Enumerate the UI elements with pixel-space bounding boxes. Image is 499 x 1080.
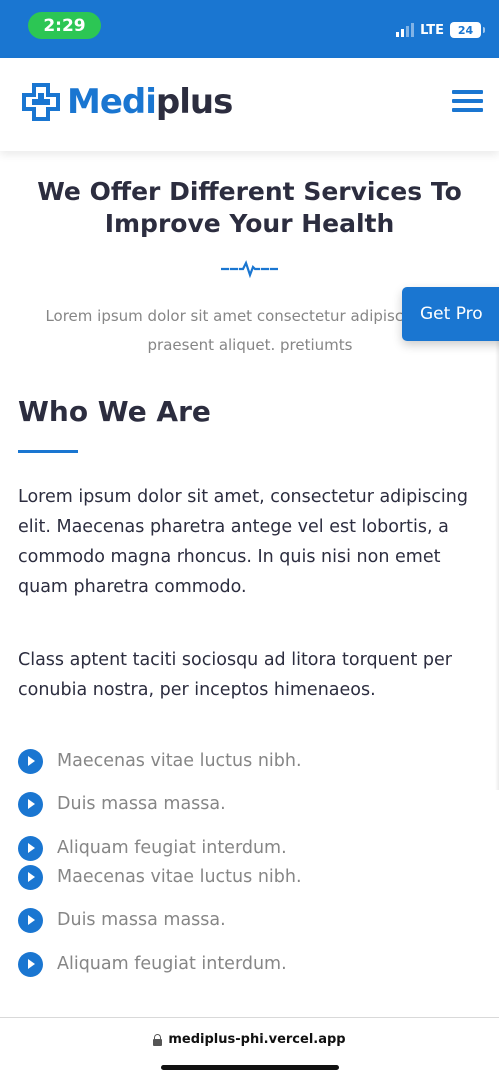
get-pro-button[interactable]: Get Pro bbox=[402, 287, 499, 341]
site-logo[interactable]: Mediplus bbox=[22, 82, 233, 122]
list-item: Aliquam feugiat interdum. bbox=[18, 951, 287, 977]
who-we-are-title: Who We Are bbox=[18, 395, 211, 428]
chevron-circle-right-icon bbox=[18, 791, 43, 817]
home-indicator[interactable] bbox=[161, 1065, 339, 1070]
chevron-circle-right-icon bbox=[18, 835, 43, 861]
title-underline bbox=[18, 450, 78, 453]
battery-icon: 24 bbox=[450, 22, 485, 38]
hamburger-menu-icon[interactable] bbox=[452, 90, 483, 112]
network-label: LTE bbox=[420, 22, 444, 38]
status-time: 2:29 bbox=[28, 12, 101, 39]
who-we-are-paragraph-2: Class aptent taciti sociosqu ad litora t… bbox=[18, 650, 453, 700]
scroll-edge-shadow bbox=[495, 340, 499, 790]
status-indicators: LTE 24 bbox=[396, 21, 485, 39]
heartbeat-pulse-icon bbox=[221, 260, 278, 279]
chevron-circle-right-icon bbox=[18, 951, 43, 977]
status-bar: 2:29 LTE 24 bbox=[0, 0, 499, 58]
url-text: mediplus-phi.vercel.app bbox=[168, 1032, 346, 1047]
list-item: Aliquam feugiat interdum. bbox=[18, 835, 287, 861]
list-item: Duis massa massa. bbox=[18, 791, 226, 817]
list-item: Maecenas vitae luctus nibh. bbox=[18, 864, 302, 890]
medical-cross-icon bbox=[22, 83, 60, 121]
logo-text: Mediplus bbox=[67, 82, 233, 122]
list-item: Duis massa massa. bbox=[18, 907, 226, 933]
lock-icon bbox=[153, 1033, 163, 1046]
section-title: We Offer Different Services To Improve Y… bbox=[37, 177, 462, 238]
chevron-circle-right-icon bbox=[18, 864, 43, 890]
battery-level: 24 bbox=[457, 23, 474, 37]
chevron-circle-right-icon bbox=[18, 748, 43, 774]
url-display[interactable]: mediplus-phi.vercel.app bbox=[0, 1032, 499, 1047]
section-subtitle: Lorem ipsum dolor sit amet consectetur a… bbox=[45, 307, 455, 354]
site-header: Mediplus bbox=[0, 58, 499, 151]
chevron-circle-right-icon bbox=[18, 907, 43, 933]
list-item: Maecenas vitae luctus nibh. bbox=[18, 748, 302, 774]
who-we-are-paragraph-1: Lorem ipsum dolor sit amet, consectetur … bbox=[18, 487, 468, 597]
signal-icon bbox=[396, 23, 415, 37]
browser-address-bar: mediplus-phi.vercel.app bbox=[0, 1017, 499, 1080]
